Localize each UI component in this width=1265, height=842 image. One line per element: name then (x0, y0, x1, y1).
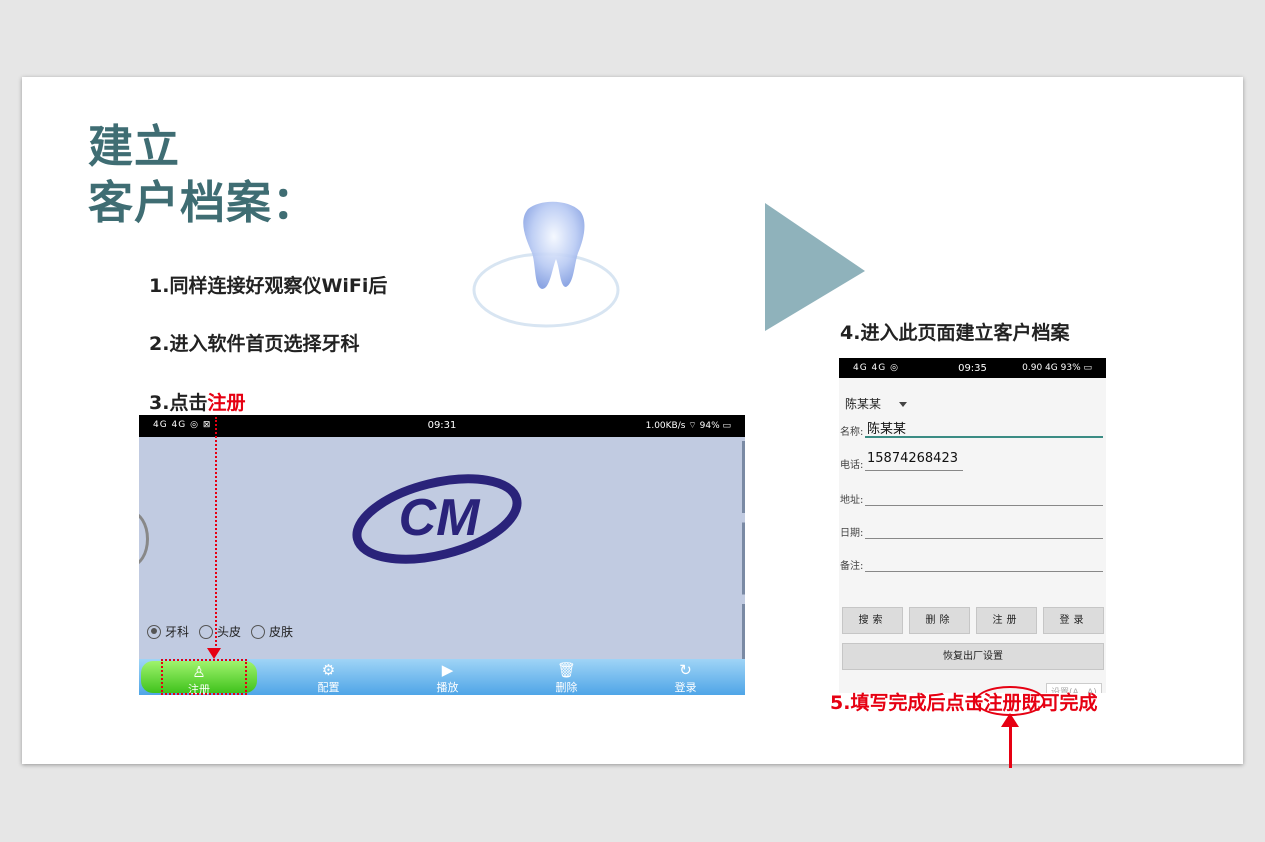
phone-home-screen: 4G 4G ◎ ⊠ 09:31 1.00KB/s ⌔ 94% ▭ CM 牙科 头… (139, 415, 745, 695)
nav-config[interactable]: ⚙ 配置 (269, 659, 388, 695)
factory-reset-button[interactable]: 恢复出厂设置 (842, 643, 1104, 670)
status-bar: 4G 4G ◎ 09:35 0.90 4G 93% ▭ (839, 358, 1106, 378)
status-right: 0.90 4G 93% ▭ (1022, 363, 1092, 373)
search-button[interactable]: 搜索 (842, 607, 903, 634)
phone-field[interactable]: 电话: 15874268423 (839, 451, 1106, 471)
delete-button[interactable]: 删除 (909, 607, 970, 634)
dropdown-value: 陈某某 (845, 397, 882, 411)
radio-dot (147, 624, 161, 639)
refresh-icon: ↻ (679, 661, 692, 679)
field-label: 名称: (840, 427, 864, 438)
step-3-prefix: 3.点击 (149, 392, 208, 414)
page-title: 建立 客户档案： (88, 119, 318, 231)
radio-dot (251, 624, 266, 639)
field-label: 地址: (840, 495, 864, 506)
radio-dot (199, 624, 214, 639)
nav-label: 删除 (555, 681, 578, 694)
radio-dental[interactable]: 牙科 (147, 623, 189, 640)
radio-scalp[interactable]: 头皮 (199, 623, 241, 640)
field-label: 日期: (840, 528, 864, 539)
step-2: 2.进入软件首页选择牙科 (149, 333, 360, 355)
address-field[interactable]: 地址: (839, 486, 1106, 506)
field-underline (865, 571, 1103, 572)
field-underline (865, 538, 1103, 539)
side-arc (139, 511, 149, 567)
register-button[interactable]: 注册 (976, 607, 1037, 634)
trash-icon: 🗑 (556, 661, 577, 679)
step-1: 1.同样连接好观察仪WiFi后 (149, 275, 388, 297)
play-icon: ▶ (441, 661, 454, 679)
step-5: 5.填写完成后点击注册既可完成 (830, 692, 1098, 714)
nav-label: 登录 (674, 681, 697, 694)
field-value: 15874268423 (867, 451, 958, 466)
radio-skin[interactable]: 皮肤 (251, 623, 293, 640)
field-label: 电话: (840, 460, 864, 471)
field-underline (865, 505, 1103, 506)
annotation-arrow-down-icon (207, 648, 221, 659)
nav-label: 配置 (317, 681, 340, 694)
slide: 建立 客户档案： 1.同样连接好观察仪WiFi后 2.进入软件首页选择牙科 3.… (22, 77, 1243, 768)
side-bars (742, 441, 745, 681)
logo-text: CM (399, 489, 482, 547)
annotation-dotted-line (215, 417, 217, 653)
nav-login[interactable]: ↻ 登录 (626, 659, 745, 695)
note-field[interactable]: 备注: (839, 552, 1106, 572)
nav-label: 播放 (436, 681, 459, 694)
title-line-1: 建立 (88, 120, 181, 173)
radio-label: 皮肤 (269, 625, 294, 639)
annotation-dotted-box (161, 659, 247, 695)
status-right: 1.00KB/s ⌔ 94% ▭ (645, 421, 731, 431)
tooth-icon (472, 201, 620, 328)
customer-dropdown[interactable]: 陈某某 (845, 395, 908, 412)
arrow-triangle-icon (765, 203, 865, 331)
phone-register-screen: 4G 4G ◎ 09:35 0.90 4G 93% ▭ 陈某某 名称: 陈某某 电… (839, 358, 1106, 693)
field-underline (865, 470, 963, 471)
step-4: 4.进入此页面建立客户档案 (840, 322, 1070, 344)
title-line-2: 客户档案： (88, 176, 319, 229)
status-bar: 4G 4G ◎ ⊠ 09:31 1.00KB/s ⌔ 94% ▭ (139, 415, 745, 437)
field-label: 备注: (840, 561, 864, 572)
step-3-highlight: 注册 (207, 392, 246, 414)
category-radio-group: 牙科 头皮 皮肤 (147, 623, 293, 640)
field-underline (865, 436, 1103, 438)
cm-logo: CM (352, 474, 522, 564)
gear-icon: ⚙ (321, 661, 336, 679)
caret-down-icon (899, 402, 908, 407)
annotation-arrow-line (1009, 724, 1012, 768)
radio-label: 头皮 (217, 625, 242, 639)
name-field[interactable]: 名称: 陈某某 (839, 418, 1106, 438)
nav-delete[interactable]: 🗑 删除 (507, 659, 626, 695)
login-button[interactable]: 登录 (1043, 607, 1104, 634)
step-3: 3.点击注册 (149, 388, 245, 415)
nav-play[interactable]: ▶ 播放 (388, 659, 507, 695)
field-value: 陈某某 (867, 422, 907, 437)
date-field[interactable]: 日期: (839, 519, 1106, 539)
radio-label: 牙科 (165, 625, 190, 639)
